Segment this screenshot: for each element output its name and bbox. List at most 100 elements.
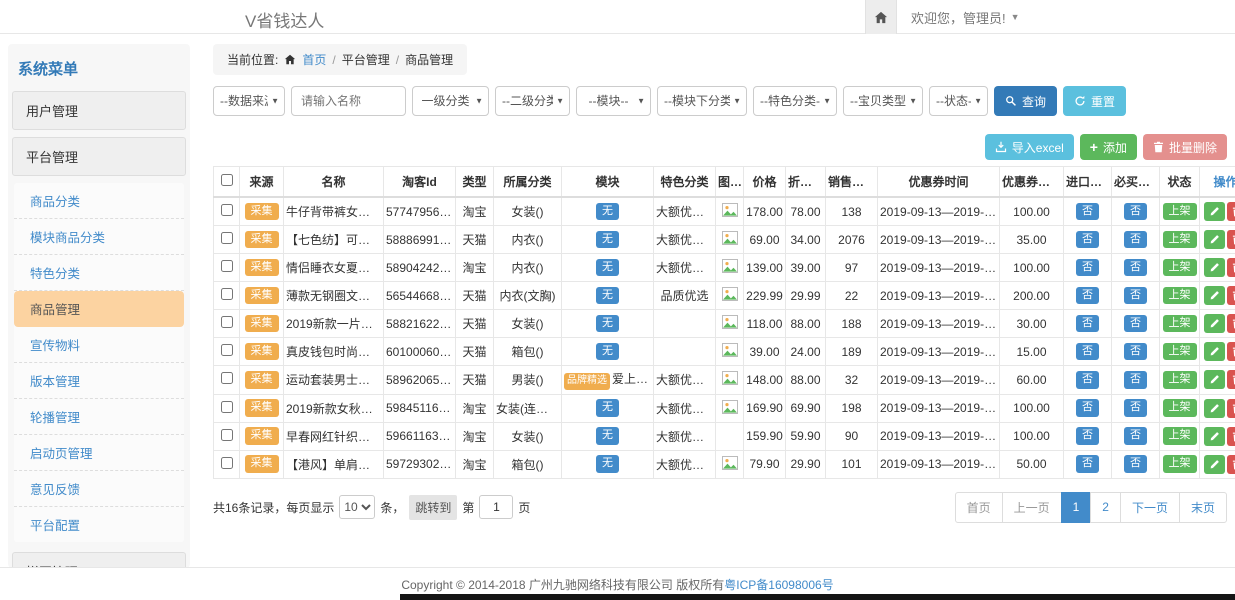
edit-button[interactable] <box>1204 314 1225 333</box>
breadcrumb-home-link[interactable]: 首页 <box>302 51 326 68</box>
status-badge[interactable]: 上架 <box>1163 287 1197 305</box>
status-badge[interactable]: 上架 <box>1163 427 1197 445</box>
edit-button[interactable] <box>1204 370 1225 389</box>
row-checkbox[interactable] <box>221 260 233 272</box>
must-buy-badge[interactable]: 否 <box>1124 427 1147 445</box>
imported-badge[interactable]: 否 <box>1076 427 1099 445</box>
edit-button[interactable] <box>1204 427 1225 446</box>
row-checkbox[interactable] <box>221 204 233 216</box>
filter-select[interactable]: --宝贝类型-- <box>843 86 923 116</box>
filter-select[interactable]: --二级分类-- <box>495 86 570 116</box>
import-excel-button[interactable]: 导入excel <box>985 134 1074 160</box>
batch-delete-button[interactable]: 批量删除 <box>1143 134 1227 160</box>
page-jump-input[interactable] <box>479 495 513 519</box>
edit-button[interactable] <box>1204 286 1225 305</box>
delete-button[interactable] <box>1227 258 1235 277</box>
imported-badge[interactable]: 否 <box>1076 315 1099 333</box>
sidebar-item[interactable]: 拼团管理 <box>12 552 186 568</box>
query-button[interactable]: 查询 <box>994 86 1057 116</box>
pager-button[interactable]: 末页 <box>1179 492 1227 523</box>
delete-button[interactable] <box>1227 202 1235 221</box>
row-checkbox[interactable] <box>221 457 233 469</box>
status-badge[interactable]: 上架 <box>1163 455 1197 473</box>
pager-button[interactable]: 上一页 <box>1002 492 1062 523</box>
status-badge[interactable]: 上架 <box>1163 231 1197 249</box>
status-badge[interactable]: 上架 <box>1163 315 1197 333</box>
delete-button[interactable] <box>1227 427 1235 446</box>
must-buy-badge[interactable]: 否 <box>1124 455 1147 473</box>
delete-button[interactable] <box>1227 455 1235 474</box>
filter-select[interactable]: --模块-- <box>576 86 651 116</box>
filter-select[interactable]: --数据来源-- <box>213 86 285 116</box>
imported-badge[interactable]: 否 <box>1076 231 1099 249</box>
edit-button[interactable] <box>1204 202 1225 221</box>
must-buy-badge[interactable]: 否 <box>1124 287 1147 305</box>
name-search-input[interactable] <box>291 86 406 116</box>
imported-badge[interactable]: 否 <box>1076 203 1099 221</box>
edit-button[interactable] <box>1204 258 1225 277</box>
sidebar-subitem[interactable]: 启动页管理 <box>14 435 184 471</box>
pager-button[interactable]: 2 <box>1090 492 1121 523</box>
filter-select[interactable]: --特色分类-- <box>753 86 837 116</box>
filter-select[interactable]: 一级分类 <box>412 86 489 116</box>
select-all-checkbox[interactable] <box>221 174 233 186</box>
sidebar-subitem[interactable]: 宣传物料 <box>14 327 184 363</box>
sidebar-item[interactable]: 平台管理 <box>12 137 186 176</box>
edit-button[interactable] <box>1204 455 1225 474</box>
imported-badge[interactable]: 否 <box>1076 287 1099 305</box>
delete-button[interactable] <box>1227 342 1235 361</box>
delete-button[interactable] <box>1227 314 1235 333</box>
sidebar-subitem[interactable]: 轮播管理 <box>14 399 184 435</box>
reset-button[interactable]: 重置 <box>1063 86 1126 116</box>
imported-badge[interactable]: 否 <box>1076 371 1099 389</box>
filter-select[interactable]: --状态-- <box>929 86 988 116</box>
sidebar-item[interactable]: 用户管理 <box>12 91 186 130</box>
add-button[interactable]: + 添加 <box>1080 134 1137 160</box>
delete-button[interactable] <box>1227 399 1235 418</box>
imported-badge[interactable]: 否 <box>1076 455 1099 473</box>
home-button[interactable] <box>865 0 897 34</box>
user-menu[interactable]: 欢迎您，管理员! ▼ <box>911 8 1020 27</box>
delete-button[interactable] <box>1227 370 1235 389</box>
must-buy-badge[interactable]: 否 <box>1124 343 1147 361</box>
pager-button[interactable]: 下一页 <box>1120 492 1180 523</box>
imported-badge[interactable]: 否 <box>1076 399 1099 417</box>
imported-badge[interactable]: 否 <box>1076 259 1099 277</box>
sidebar-subitem[interactable]: 商品分类 <box>14 183 184 219</box>
per-page-select[interactable]: 10 <box>339 495 375 519</box>
must-buy-badge[interactable]: 否 <box>1124 231 1147 249</box>
status-badge[interactable]: 上架 <box>1163 203 1197 221</box>
sidebar-subitem[interactable]: 模块商品分类 <box>14 219 184 255</box>
edit-button[interactable] <box>1204 342 1225 361</box>
sidebar-subitem[interactable]: 平台配置 <box>14 507 184 542</box>
row-checkbox[interactable] <box>221 344 233 356</box>
edit-button[interactable] <box>1204 399 1225 418</box>
must-buy-badge[interactable]: 否 <box>1124 399 1147 417</box>
status-badge[interactable]: 上架 <box>1163 371 1197 389</box>
delete-button[interactable] <box>1227 286 1235 305</box>
row-checkbox[interactable] <box>221 372 233 384</box>
status-badge[interactable]: 上架 <box>1163 399 1197 417</box>
row-checkbox[interactable] <box>221 316 233 328</box>
row-checkbox[interactable] <box>221 401 233 413</box>
sidebar-subitem[interactable]: 意见反馈 <box>14 471 184 507</box>
must-buy-badge[interactable]: 否 <box>1124 259 1147 277</box>
row-checkbox[interactable] <box>221 429 233 441</box>
status-badge[interactable]: 上架 <box>1163 259 1197 277</box>
row-checkbox[interactable] <box>221 232 233 244</box>
imported-badge[interactable]: 否 <box>1076 343 1099 361</box>
row-checkbox[interactable] <box>221 288 233 300</box>
icp-link[interactable]: 粤ICP备16098006号 <box>724 576 833 593</box>
sidebar-subitem[interactable]: 特色分类 <box>14 255 184 291</box>
must-buy-badge[interactable]: 否 <box>1124 315 1147 333</box>
filter-select[interactable]: --模块下分类-- <box>657 86 747 116</box>
pager-button[interactable]: 首页 <box>955 492 1003 523</box>
sidebar-subitem[interactable]: 商品管理 <box>14 291 184 327</box>
must-buy-badge[interactable]: 否 <box>1124 371 1147 389</box>
status-badge[interactable]: 上架 <box>1163 343 1197 361</box>
edit-button[interactable] <box>1204 230 1225 249</box>
delete-button[interactable] <box>1227 230 1235 249</box>
sidebar-subitem[interactable]: 版本管理 <box>14 363 184 399</box>
must-buy-badge[interactable]: 否 <box>1124 203 1147 221</box>
pager-button[interactable]: 1 <box>1061 492 1092 523</box>
